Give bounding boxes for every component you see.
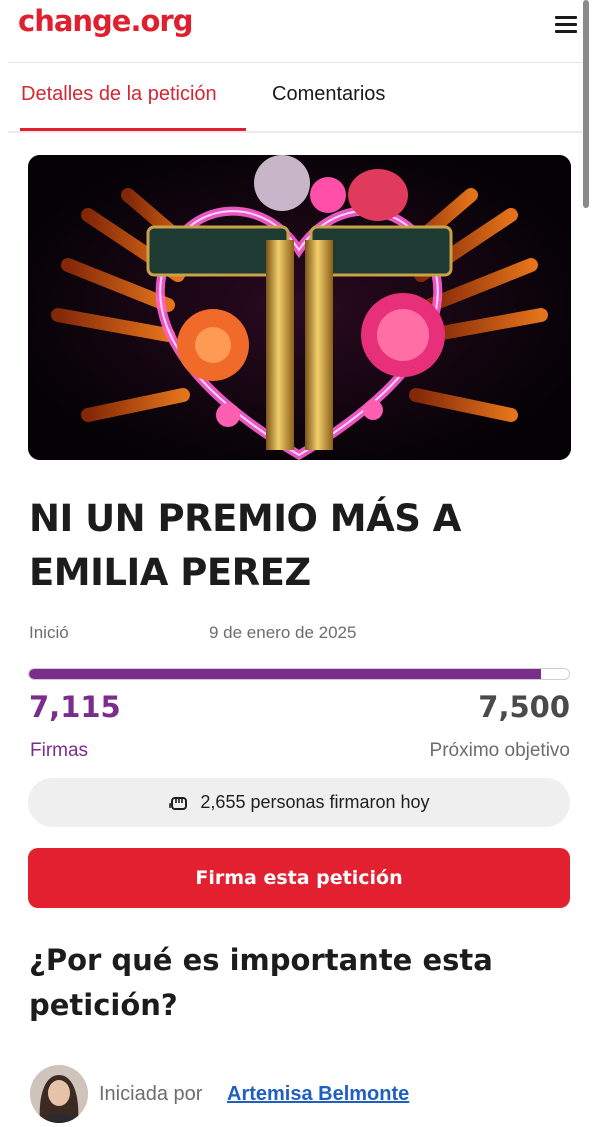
change-org-logo[interactable]: change.org [18,4,193,38]
author-name-link[interactable]: Artemisa Belmonte [227,1083,409,1106]
app-header: change.org [0,0,600,62]
fist-icon [169,796,188,810]
signature-goal: 7,500 [478,690,570,724]
hero-illustration [28,155,571,460]
signature-count-label: Firmas [30,740,89,761]
tab-comments[interactable]: Comentarios [272,83,385,106]
why-important-heading: ¿Por qué es importante esta petición? [29,943,493,1022]
hamburger-menu-icon[interactable] [554,14,578,34]
signature-count: 7,115 [29,690,121,724]
sign-petition-button[interactable]: Firma esta petición [28,848,570,908]
signature-goal-label: Próximo objetivo [429,740,570,761]
signed-today-banner: 2,655 personas firmaron hoy [28,778,570,827]
petition-title: NI UN PREMIO MÁS A EMILIA PEREZ [29,497,461,594]
petition-hero-image[interactable] [28,155,571,460]
start-date: 9 de enero de 2025 [209,623,357,642]
signed-today-text: 2,655 personas firmaron hoy [200,792,430,812]
signature-progress-fill [29,669,542,679]
author-avatar[interactable] [30,1065,88,1123]
started-by-label: Iniciada por [99,1083,203,1105]
author-avatar-image [30,1065,88,1123]
tab-petition-details[interactable]: Detalles de la petición [21,83,217,106]
signature-progress-bar [28,668,570,680]
petition-tabs: Detalles de la petición Comentarios [0,63,600,133]
start-label: Inició [29,623,69,642]
tabs-divider [8,131,582,133]
